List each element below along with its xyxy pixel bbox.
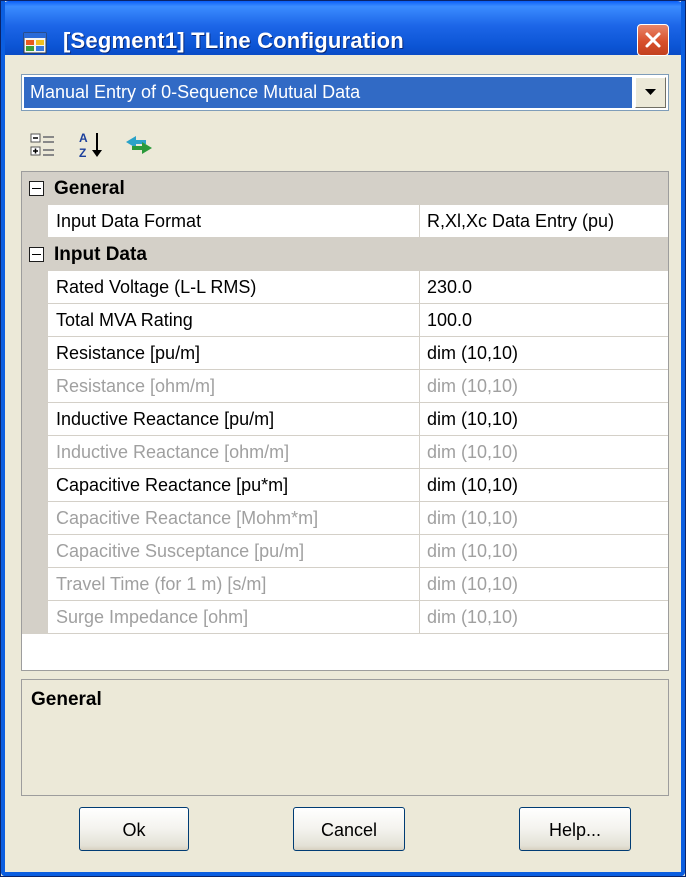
svg-text:Z: Z [79, 146, 86, 160]
close-button[interactable] [637, 24, 669, 56]
property-row-input-data-format[interactable]: Input Data Format R,Xl,Xc Data Entry (pu… [22, 205, 668, 238]
row-margin [22, 337, 48, 370]
row-margin [22, 304, 48, 337]
property-value[interactable]: 100.0 [420, 304, 668, 336]
ok-button[interactable]: Ok [79, 807, 189, 851]
entry-mode-select[interactable]: Manual Entry of 0-Sequence Mutual Data [21, 74, 669, 111]
property-name: Resistance [ohm/m] [48, 370, 420, 402]
row-margin [22, 403, 48, 436]
property-name: Travel Time (for 1 m) [s/m] [48, 568, 420, 600]
app-icon [23, 32, 47, 54]
collapse-icon[interactable] [29, 247, 44, 262]
property-name: Inductive Reactance [pu/m] [48, 403, 420, 435]
property-name: Capacitive Reactance [pu*m] [48, 469, 420, 501]
collapse-icon[interactable] [29, 181, 44, 196]
row-margin [22, 469, 48, 502]
property-value: dim (10,10) [427, 508, 519, 528]
property-toolbar: A Z [21, 120, 669, 170]
property-row-surge-impedance: Surge Impedance [ohm] dim (10,10) [22, 601, 668, 634]
row-margin [22, 568, 48, 601]
dialog-window: [Segment1] TLine Configuration Manual En… [0, 0, 686, 877]
property-row-resistance-ohm: Resistance [ohm/m] dim (10,10) [22, 370, 668, 403]
title-bar[interactable]: [Segment1] TLine Configuration [1, 1, 685, 56]
property-row-inductive-reactance-pu[interactable]: Inductive Reactance [pu/m] dim (10,10) [22, 403, 668, 436]
categorized-icon[interactable] [27, 128, 61, 162]
property-value[interactable]: dim (10,10) [420, 403, 668, 435]
property-name: Capacitive Reactance [Mohm*m] [48, 502, 420, 534]
property-row-capacitive-reactance-pu[interactable]: Capacitive Reactance [pu*m] dim (10,10) [22, 469, 668, 502]
row-margin [22, 370, 48, 403]
property-row-capacitive-reactance-mohm: Capacitive Reactance [Mohm*m] dim (10,10… [22, 502, 668, 535]
property-name: Total MVA Rating [48, 304, 420, 336]
property-value: dim (10,10) [427, 376, 519, 396]
property-value[interactable]: dim (10,10) [420, 337, 668, 369]
category-input-data[interactable]: Input Data [22, 238, 668, 271]
row-margin [22, 271, 48, 304]
property-value[interactable]: R,Xl,Xc Data Entry (pu) [420, 205, 668, 237]
row-margin [22, 205, 48, 238]
row-margin [22, 436, 48, 469]
property-grid: General Input Data Format R,Xl,Xc Data E… [21, 171, 669, 671]
property-value: dim (10,10) [427, 442, 519, 462]
property-value: dim (10,10) [427, 541, 519, 561]
help-panel: General [21, 679, 669, 796]
property-row-total-mva[interactable]: Total MVA Rating 100.0 [22, 304, 668, 337]
property-row-resistance-pu[interactable]: Resistance [pu/m] dim (10,10) [22, 337, 668, 370]
property-row-travel-time: Travel Time (for 1 m) [s/m] dim (10,10) [22, 568, 668, 601]
row-margin [22, 502, 48, 535]
property-row-inductive-reactance-ohm: Inductive Reactance [ohm/m] dim (10,10) [22, 436, 668, 469]
property-name: Surge Impedance [ohm] [48, 601, 420, 633]
row-margin [22, 601, 48, 634]
property-row-capacitive-susceptance: Capacitive Susceptance [pu/m] dim (10,10… [22, 535, 668, 568]
property-value: dim (10,10) [427, 574, 519, 594]
help-button[interactable]: Help... [519, 807, 631, 851]
property-value[interactable]: 230.0 [420, 271, 668, 303]
cancel-button[interactable]: Cancel [293, 807, 405, 851]
category-label: Input Data [54, 244, 147, 265]
dropdown-button[interactable] [635, 77, 666, 108]
property-name: Inductive Reactance [ohm/m] [48, 436, 420, 468]
property-pages-icon[interactable] [122, 128, 156, 162]
close-icon [645, 32, 661, 48]
help-title: General [31, 689, 102, 710]
category-general[interactable]: General [22, 172, 668, 205]
property-value: dim (10,10) [427, 607, 519, 627]
alphabetical-sort-icon[interactable]: A Z [76, 128, 110, 162]
property-row-rated-voltage[interactable]: Rated Voltage (L-L RMS) 230.0 [22, 271, 668, 304]
category-label: General [54, 178, 125, 199]
property-name: Capacitive Susceptance [pu/m] [48, 535, 420, 567]
row-margin [22, 535, 48, 568]
property-name: Rated Voltage (L-L RMS) [48, 271, 420, 303]
property-name: Resistance [pu/m] [48, 337, 420, 369]
chevron-down-icon [645, 89, 656, 95]
entry-mode-value: Manual Entry of 0-Sequence Mutual Data [24, 77, 632, 108]
svg-text:A: A [79, 131, 88, 145]
property-name: Input Data Format [48, 205, 420, 237]
window-title: [Segment1] TLine Configuration [63, 28, 404, 53]
property-value[interactable]: dim (10,10) [420, 469, 668, 501]
